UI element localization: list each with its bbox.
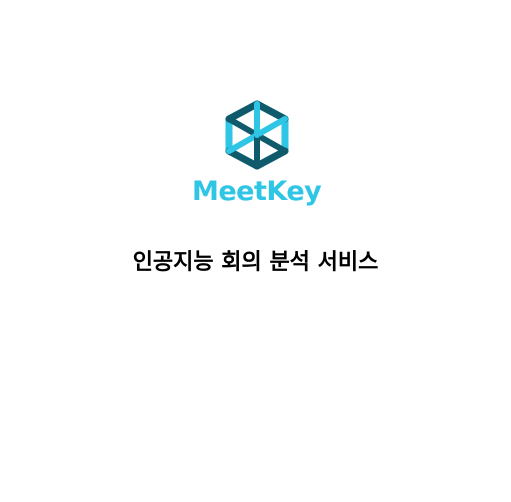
brand-name: MeetKey	[192, 176, 322, 207]
page-title: 인공지능 회의 분석 서비스	[132, 250, 379, 275]
cube-hexagon-logo-icon	[223, 100, 291, 170]
splash-screen: MeetKey 인공지능 회의 분석 서비스	[0, 0, 511, 502]
logo: MeetKey	[192, 88, 322, 220]
